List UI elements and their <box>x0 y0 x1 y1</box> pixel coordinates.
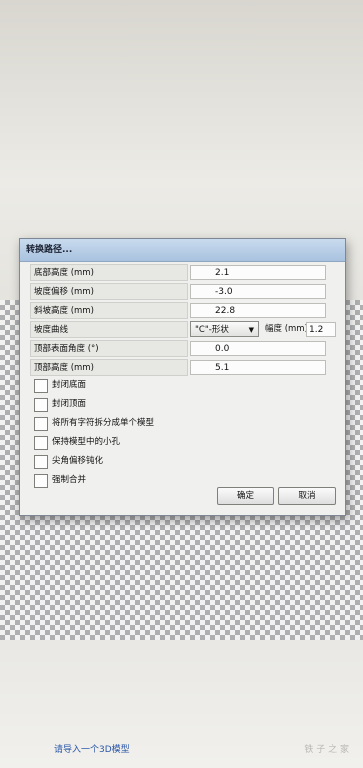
field-label: 斜坡高度 (mm) <box>30 302 188 319</box>
bottom-height-input[interactable]: 2.1 <box>190 265 326 280</box>
field-label: 底部高度 (mm) <box>30 264 188 281</box>
checkbox-label: 保持模型中的小孔 <box>52 437 121 447</box>
field-row-bottom-height: 底部高度 (mm) 2.1 <box>30 264 342 282</box>
checkbox-label: 封闭底面 <box>52 380 87 390</box>
checkbox-box[interactable] <box>34 379 48 393</box>
field-label: 坡度偏移 (mm) <box>30 283 188 300</box>
field-label: 顶部高度 (mm) <box>30 359 188 376</box>
watermark-text: 铁 子 之 家 <box>304 745 349 755</box>
checkbox-label: 将所有字符拆分成单个模型 <box>52 418 155 428</box>
checkbox-label: 强制合并 <box>52 475 87 485</box>
import-model-link[interactable]: 请导入一个3D模型 <box>54 742 130 755</box>
top-angle-input[interactable]: 0.0 <box>190 341 326 356</box>
slope-height-input[interactable]: 22.8 <box>190 303 326 318</box>
checkbox-box[interactable] <box>34 398 48 412</box>
field-label: 坡度曲线 <box>30 321 188 338</box>
field-row-top-angle: 顶部表面角度 (°) 0.0 <box>30 340 342 358</box>
checkbox-box[interactable] <box>34 474 48 488</box>
checkbox-box[interactable] <box>34 417 48 431</box>
slope-offset-input[interactable]: -3.0 <box>190 284 326 299</box>
field-label: 顶部表面角度 (°) <box>30 340 188 357</box>
dialog-title: 转换路径... <box>20 239 345 262</box>
field-row-slope-height: 斜坡高度 (mm) 22.8 <box>30 302 342 320</box>
width-label: 幅度 (mm) <box>265 324 308 334</box>
field-row-top-height: 顶部高度 (mm) 5.1 <box>30 359 342 377</box>
slope-curve-select[interactable]: "C"-形状 ▼ <box>190 321 259 337</box>
checkbox-label: 封闭顶面 <box>52 399 87 409</box>
top-height-input[interactable]: 5.1 <box>190 360 326 375</box>
cancel-button[interactable]: 取消 <box>278 487 336 505</box>
checkbox-box[interactable] <box>34 436 48 450</box>
field-row-slope-offset: 坡度偏移 (mm) -3.0 <box>30 283 342 301</box>
dropdown-arrow-icon: ▼ <box>248 326 254 334</box>
checkbox-box[interactable] <box>34 455 48 469</box>
width-input[interactable]: 1.2 <box>306 322 336 337</box>
ok-button[interactable]: 确定 <box>217 487 274 505</box>
convert-path-dialog: 转换路径... 底部高度 (mm) 2.1 坡度偏移 (mm) -3.0 斜坡高… <box>19 238 346 516</box>
field-row-slope-curve: 坡度曲线 "C"-形状 ▼ 幅度 (mm) 1.2 <box>30 321 342 339</box>
checkbox-label: 尖角偏移钝化 <box>52 456 104 466</box>
slope-curve-selected: "C"-形状 <box>195 325 229 335</box>
parameter-grid: 底部高度 (mm) 2.1 坡度偏移 (mm) -3.0 斜坡高度 (mm) 2… <box>30 264 342 378</box>
